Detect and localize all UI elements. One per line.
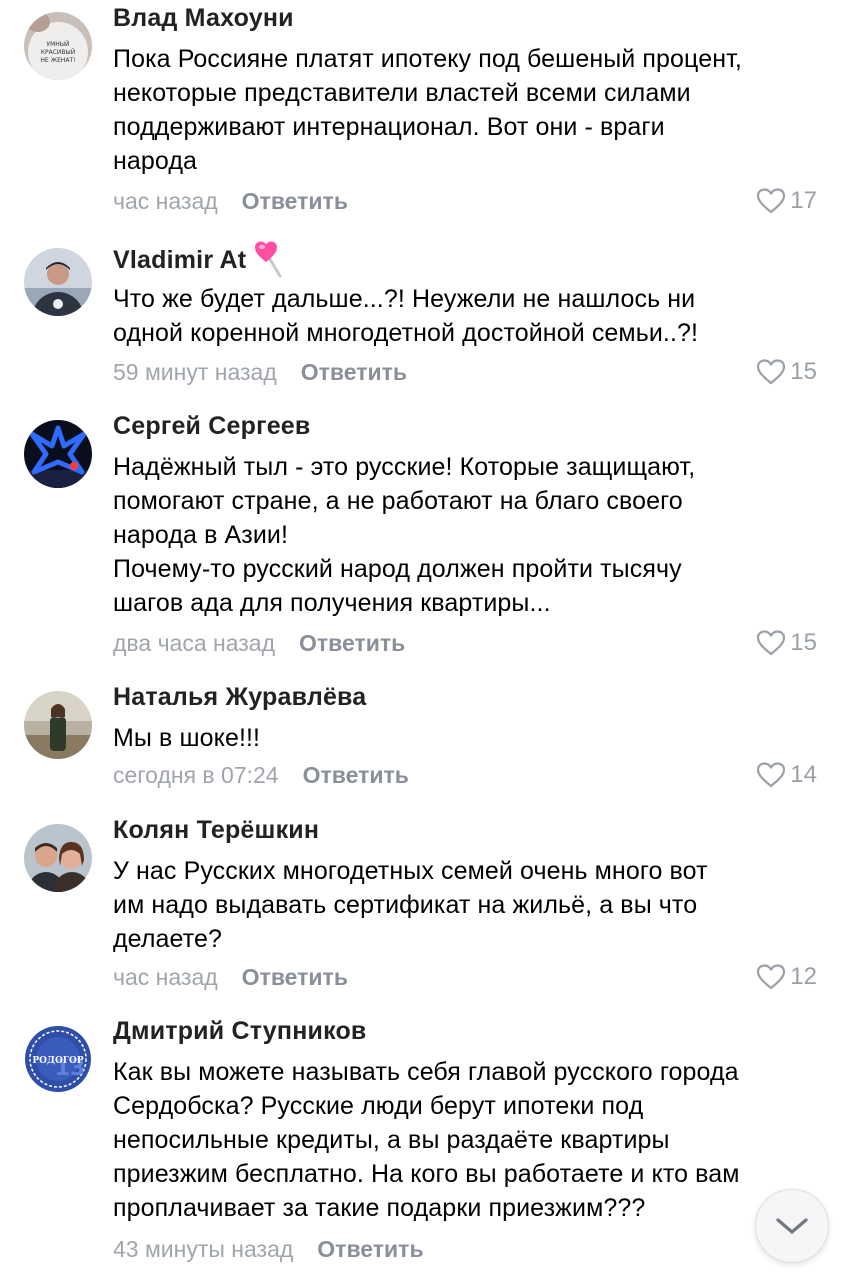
heart-outline-icon [757,964,786,990]
comment-author[interactable]: Влад Махоуни [113,4,294,33]
author-line: Vladimir At [113,240,286,280]
comment-meta: час назад Ответить [113,962,348,992]
reply-button[interactable]: Ответить [242,188,348,215]
avatar-rodogor-logo-image: 13 РОДОГОР [24,1025,92,1093]
comment-text: У нас Русских многодетных семей очень мн… [113,857,708,953]
avatar[interactable] [24,691,92,759]
svg-text:НЕ ЖЕНАТ!: НЕ ЖЕНАТ! [40,57,75,64]
like-button[interactable]: 17 [757,186,817,216]
comment-text: Что же будет дальше...?! Неужели не нашл… [113,285,699,347]
comment-author[interactable]: Колян Терёшкин [113,816,319,845]
avatar-text-shirt-image: УМНЫЙ КРАСИВЫЙ НЕ ЖЕНАТ! [24,12,92,80]
lollipop-heart-icon [255,241,282,278]
heart-outline-icon [757,188,786,214]
avatar-man-cap-image [24,248,92,316]
heart-outline-icon [757,630,786,656]
comment-author[interactable]: Наталья Журавлёва [113,683,366,712]
avatar[interactable]: 13 РОДОГОР [24,1025,92,1093]
comment-time: сегодня в 07:24 [113,761,279,788]
comment-time: 43 минуты назад [113,1235,294,1262]
reply-button[interactable]: Ответить [303,762,409,789]
like-button[interactable]: 15 [757,357,817,387]
svg-text:КРАСИВЫЙ: КРАСИВЫЙ [41,49,76,56]
avatar[interactable] [24,248,92,316]
comment-text: Надёжный тыл - это русские! Которые защи… [113,453,696,617]
avatar[interactable] [24,824,92,892]
avatar[interactable] [24,420,92,488]
avatar-woman-outdoor-image [24,691,92,759]
like-button[interactable]: 12 [757,962,817,992]
scroll-down-button[interactable] [755,1189,829,1263]
comment-meta: час назад Ответить [113,186,348,216]
avatar-blue-star-image [24,420,92,488]
reply-button[interactable]: Ответить [301,359,407,386]
like-button[interactable]: 15 [757,628,817,658]
heart-outline-icon [757,359,786,385]
comment-author[interactable]: Vladimir At [113,246,246,275]
comment-meta: 59 минут назад Ответить [113,357,407,387]
like-count: 12 [790,963,817,990]
like-count: 15 [790,629,817,656]
comment-text: Мы в шоке!!! [113,724,261,752]
reply-button[interactable]: Ответить [317,1236,423,1263]
like-count: 14 [790,761,817,788]
avatar-text: РОДОГОР [32,1056,84,1066]
comment-time: два часа назад [113,629,276,656]
avatar[interactable]: УМНЫЙ КРАСИВЫЙ НЕ ЖЕНАТ! [24,12,92,80]
reply-button[interactable]: Ответить [242,964,348,991]
comment-meta: 43 минуты назад Ответить [113,1234,424,1264]
comment-meta: два часа назад Ответить [113,628,405,658]
like-count: 17 [790,187,817,214]
comment-text: Пока Россияне платят ипотеку под бешеный… [113,45,742,175]
avatar-couple-image [24,824,92,892]
like-button[interactable]: 14 [757,760,817,790]
chevron-down-icon [776,1218,808,1234]
reply-button[interactable]: Ответить [299,630,405,657]
comment-author[interactable]: Сергей Сергеев [113,412,310,441]
like-count: 15 [790,358,817,385]
comment-author[interactable]: Дмитрий Ступников [113,1017,367,1046]
svg-text:УМНЫЙ: УМНЫЙ [46,41,69,48]
comment-text: Как вы можете называть себя главой русск… [113,1058,740,1222]
comment-time: 59 минут назад [113,358,277,385]
comment-meta: сегодня в 07:24 Ответить [113,760,409,790]
comment-time: час назад [113,187,218,214]
comment-time: час назад [113,963,218,990]
heart-outline-icon [757,762,786,788]
